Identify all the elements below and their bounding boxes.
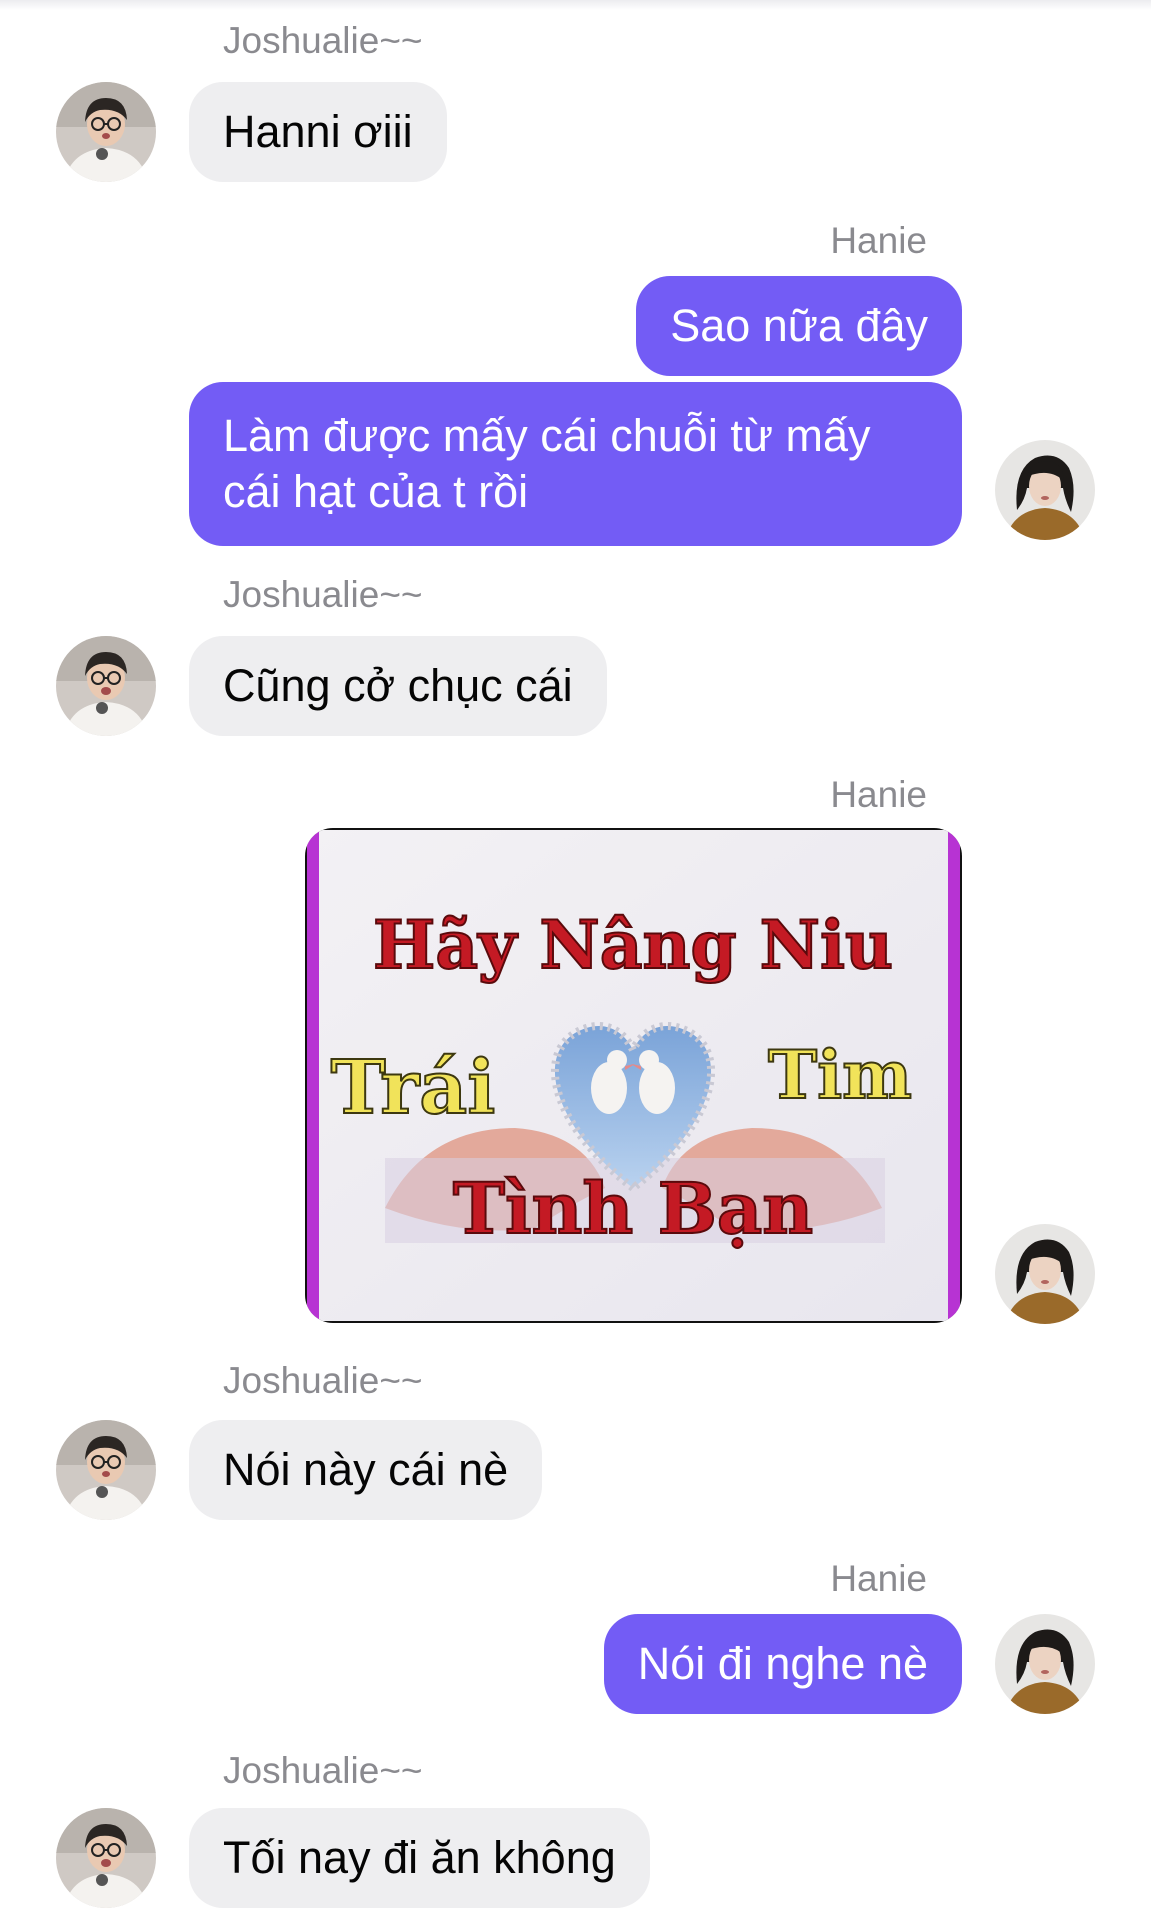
sender-name-joshualie: Joshualie~~ [223, 574, 423, 615]
message-bubble-incoming[interactable]: Cũng cở chục cái [189, 636, 607, 736]
avatar-hanie[interactable] [995, 1224, 1095, 1324]
avatar-joshualie[interactable] [56, 636, 156, 736]
avatar-joshualie[interactable] [56, 82, 156, 182]
image-text-right: Tim [768, 1036, 912, 1114]
message-bubble-incoming[interactable]: Nói này cái nè [189, 1420, 543, 1520]
avatar-joshualie[interactable] [56, 1808, 156, 1908]
sender-name-joshualie: Joshualie~~ [223, 1360, 423, 1401]
sender-name-hanie: Hanie [830, 774, 927, 815]
message-bubble-outgoing[interactable]: Nói đi nghe nè [603, 1614, 962, 1714]
message-bubble-outgoing[interactable]: Sao nữa đây [636, 276, 962, 376]
sender-name-hanie: Hanie [830, 220, 927, 261]
avatar-hanie[interactable] [995, 440, 1095, 540]
image-text-line3: Tình Bạn [453, 1167, 813, 1250]
image-text-left: Trái [331, 1045, 496, 1131]
avatar-hanie[interactable] [995, 1614, 1095, 1714]
sender-name-joshualie: Joshualie~~ [223, 1750, 423, 1791]
message-bubble-incoming[interactable]: Hanni ơiii [189, 82, 447, 182]
image-text-line1: Hãy Nâng Niu [373, 906, 893, 984]
top-edge-shadow [0, 0, 1151, 10]
message-bubble-incoming[interactable]: Tối nay đi ăn không [189, 1808, 650, 1908]
sender-name-hanie: Hanie [830, 1558, 927, 1599]
image-message[interactable]: Hãy Nâng Niu Trái Tim Tình Bạn [305, 828, 962, 1323]
message-bubble-outgoing[interactable]: Làm được mấy cái chuỗi từ mấy cái hạt củ… [189, 382, 962, 546]
avatar-joshualie[interactable] [56, 1420, 156, 1520]
sender-name-joshualie: Joshualie~~ [223, 20, 423, 61]
